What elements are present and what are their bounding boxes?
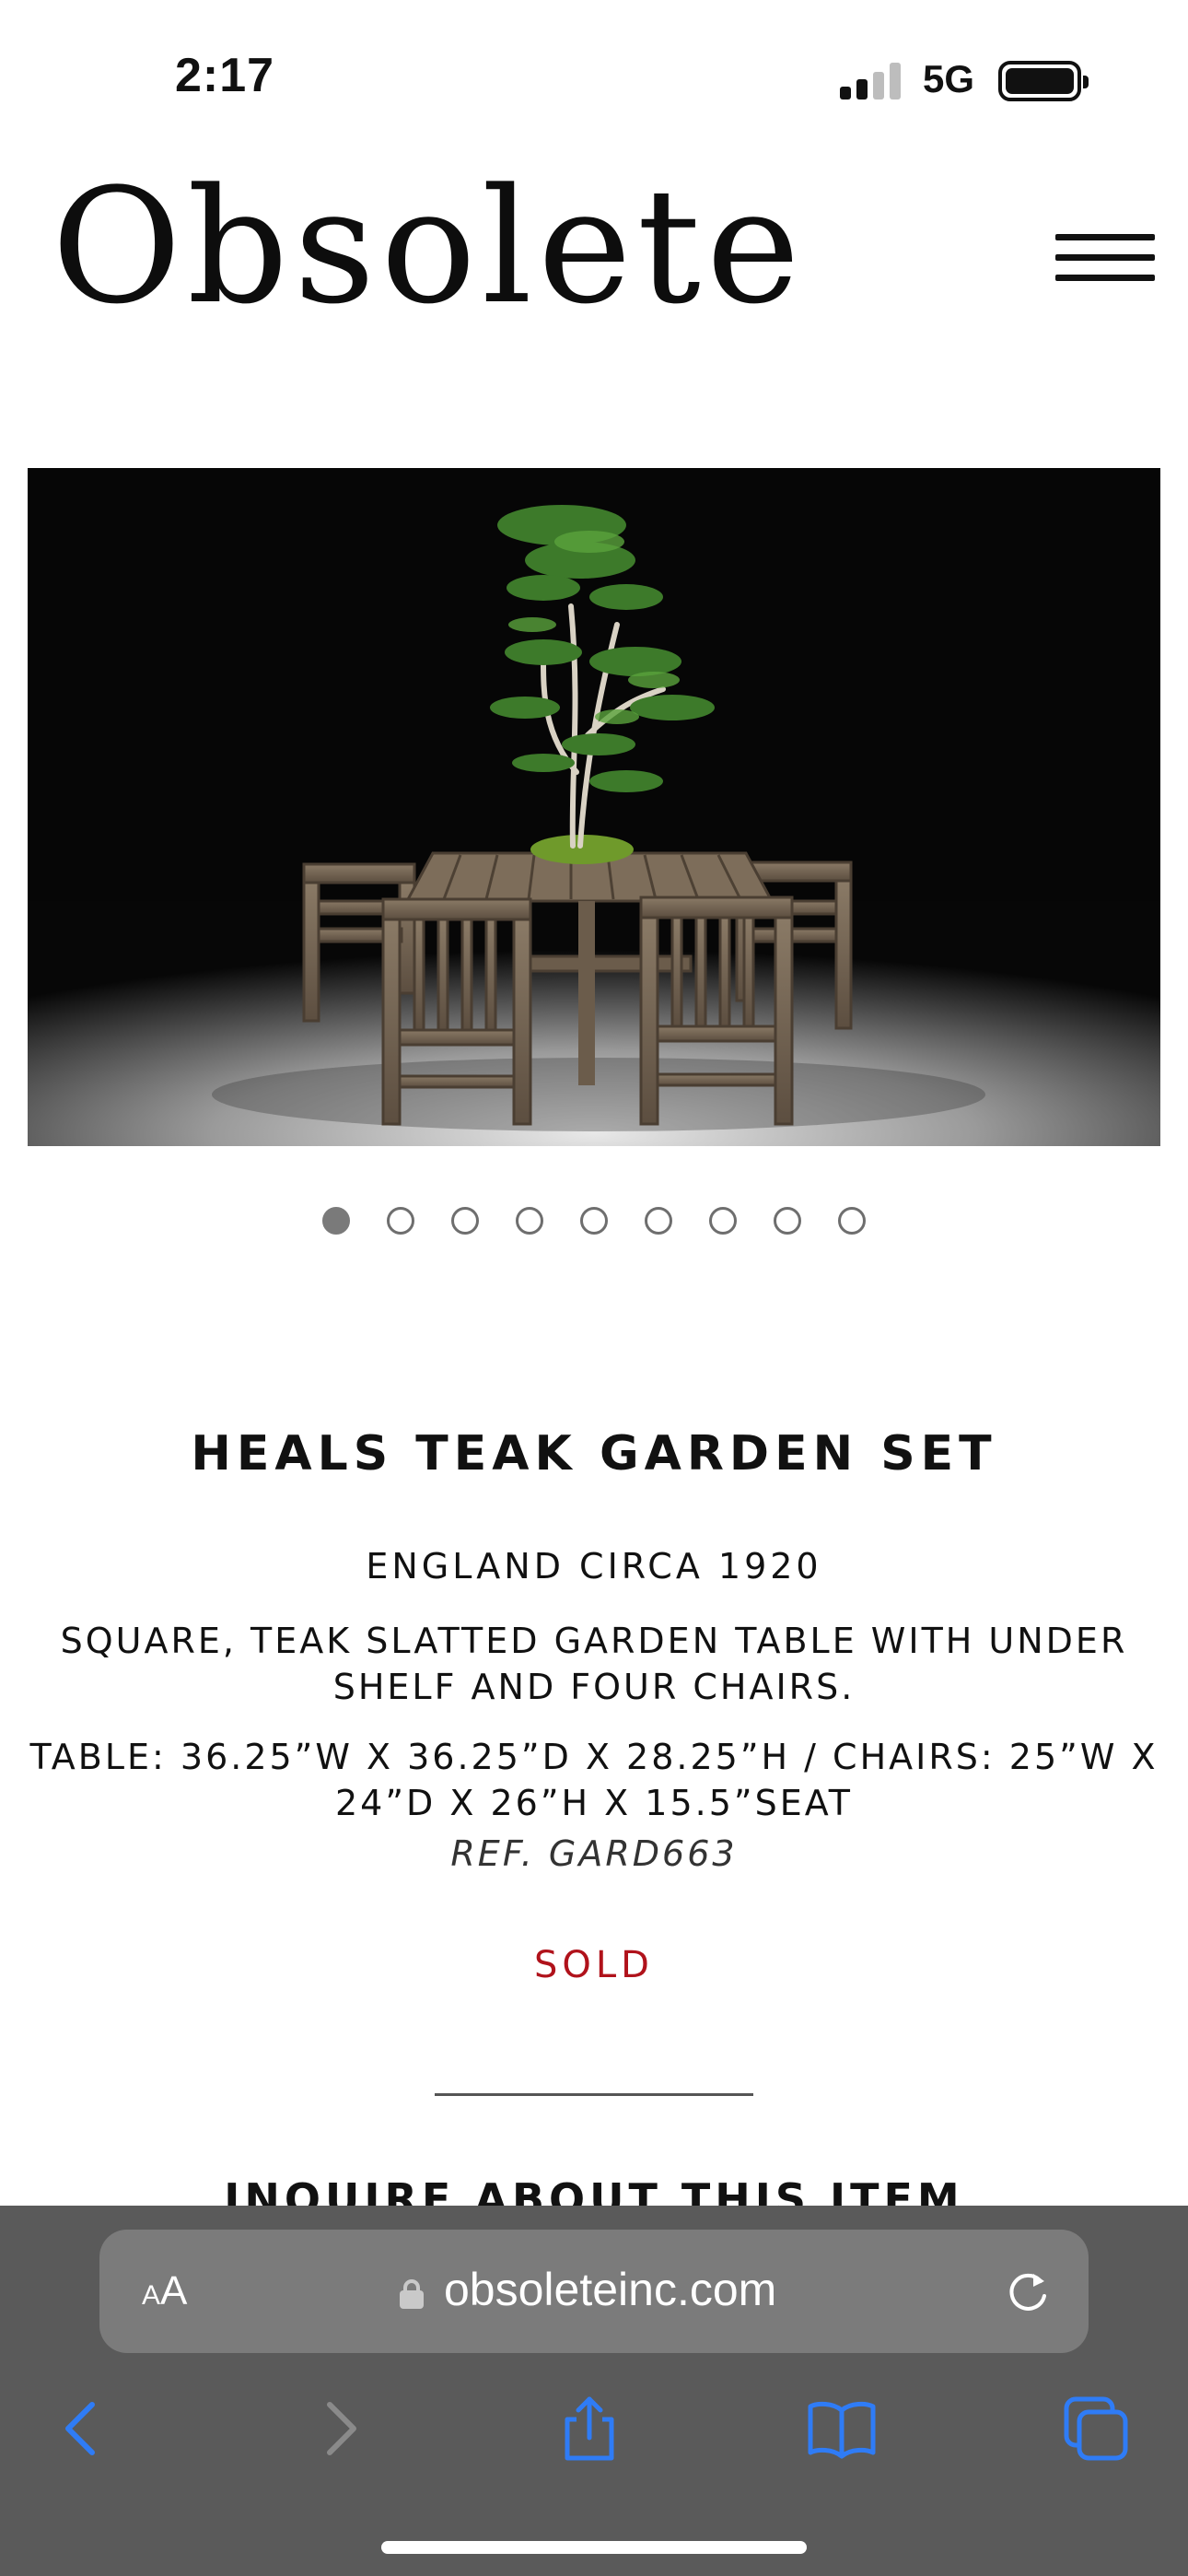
carousel-dot[interactable]	[516, 1207, 543, 1235]
product-reference: REF. GARD663	[450, 1833, 738, 1874]
back-icon[interactable]	[46, 2392, 120, 2465]
product-description: SQUARE, TEAK SLATTED GARDEN TABLE WITH U…	[60, 1621, 1128, 1707]
signal-strength-icon	[840, 61, 904, 100]
reload-icon[interactable]	[1004, 2268, 1052, 2316]
product-photo-svg	[28, 468, 1160, 1146]
home-indicator[interactable]	[381, 2541, 807, 2554]
divider	[435, 2093, 753, 2096]
lock-icon	[400, 2279, 424, 2309]
address-bar[interactable]: AA obsoleteinc.com	[99, 2230, 1089, 2353]
bookmarks-icon[interactable]	[805, 2392, 879, 2465]
hamburger-menu-icon[interactable]	[1055, 230, 1157, 291]
carousel-dot[interactable]	[387, 1207, 414, 1235]
carousel-dot[interactable]	[451, 1207, 479, 1235]
carousel-dot[interactable]	[709, 1207, 737, 1235]
product-dimensions: TABLE: 36.25”W X 36.25”D X 28.25”H / CHA…	[29, 1737, 1159, 1823]
tabs-icon[interactable]	[1059, 2392, 1133, 2465]
product-image[interactable]	[28, 468, 1160, 1146]
carousel-dot[interactable]	[645, 1207, 672, 1235]
carousel-dot[interactable]	[322, 1207, 350, 1235]
status-badge: SOLD	[534, 1944, 654, 1986]
product-origin: ENGLAND CIRCA 1920	[366, 1546, 822, 1587]
network-type: 5G	[923, 57, 975, 100]
browser-toolbar: AA obsoleteinc.com	[0, 2206, 1188, 2576]
battery-icon	[998, 61, 1089, 101]
status-bar: 2:17 5G	[0, 0, 1188, 157]
share-icon[interactable]	[553, 2392, 626, 2465]
product-title: HEALS TEAK GARDEN SET	[191, 1426, 997, 1481]
page: 2:17 5G Obsolete HEALS TEAK GARDEN SET E…	[0, 0, 1188, 2576]
carousel-dot[interactable]	[774, 1207, 801, 1235]
carousel-dot[interactable]	[580, 1207, 608, 1235]
carousel-dot[interactable]	[838, 1207, 866, 1235]
status-time: 2:17	[175, 49, 275, 102]
text-size-button[interactable]: AA	[142, 2268, 187, 2314]
forward-icon	[327, 2402, 356, 2455]
carousel-dots	[0, 1207, 1188, 1236]
site-logo[interactable]: Obsolete	[52, 168, 806, 326]
url-text[interactable]: obsoleteinc.com	[444, 2263, 776, 2316]
